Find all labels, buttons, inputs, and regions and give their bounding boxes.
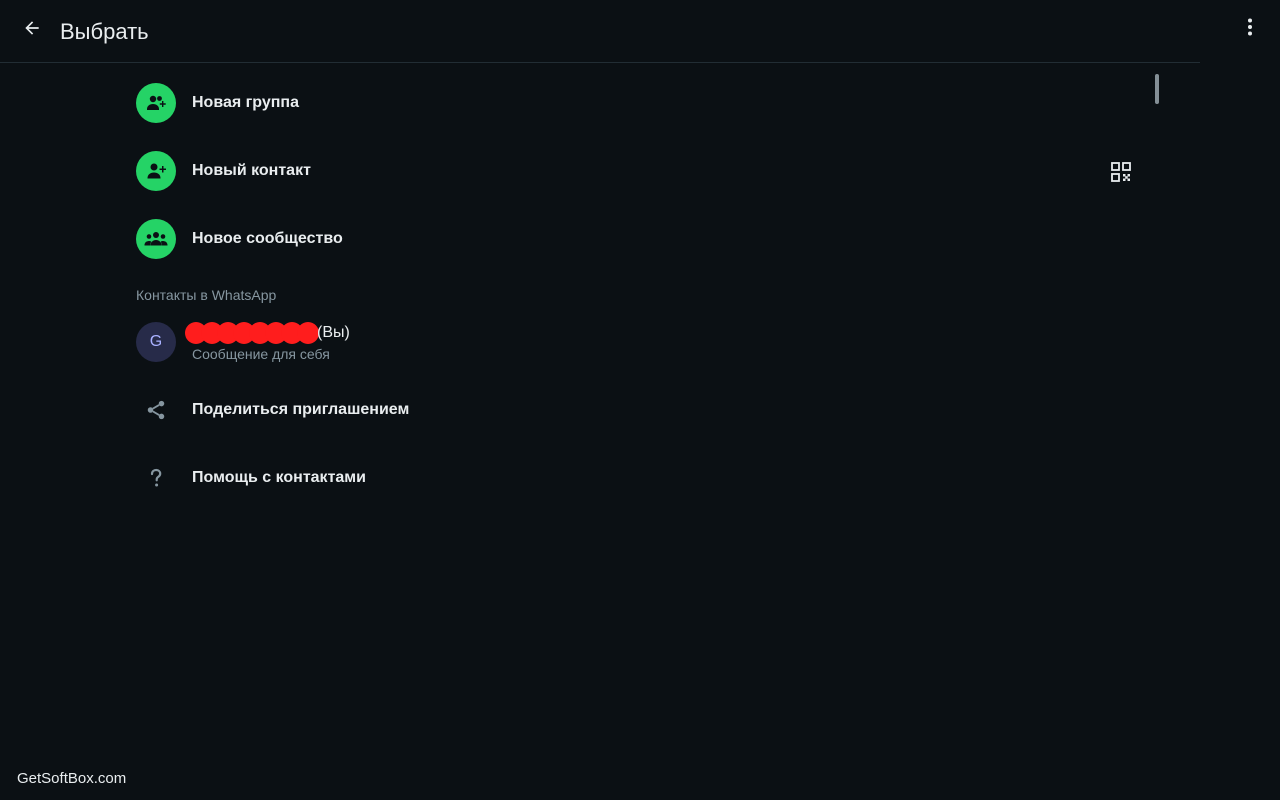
self-contact-text: (Вы) Сообщение для себя [185, 322, 357, 362]
page-title: Выбрать [60, 19, 149, 44]
new-contact-row[interactable]: Новый контакт [136, 143, 1136, 199]
contacts-help-label: Помощь с контактами [192, 469, 366, 486]
self-contact-subtitle: Сообщение для себя [192, 346, 330, 362]
new-community-avatar [136, 219, 176, 259]
avatar-letter: G [149, 333, 163, 350]
qr-code-icon [1111, 162, 1131, 182]
community-icon [144, 232, 168, 246]
contacts-section-header: Контакты в WhatsApp [136, 287, 277, 303]
share-icon [147, 400, 165, 420]
contacts-help-row[interactable]: Помощь с контактами [136, 450, 1136, 506]
new-contact-label: Новый контакт [192, 162, 311, 179]
self-contact-row[interactable]: G (Вы) Сообщение для себя [136, 314, 1136, 370]
watermark-text: GetSoftBox.com [17, 770, 127, 787]
new-group-avatar [136, 83, 176, 123]
new-community-row[interactable]: Новое сообщество [136, 211, 1136, 267]
help-icon [150, 468, 162, 487]
new-community-label: Новое сообщество [192, 230, 343, 247]
help-icon-wrap [136, 458, 176, 498]
new-group-row[interactable]: Новая группа [136, 75, 1136, 131]
arrow-left-icon [25, 21, 39, 35]
scrollbar-thumb[interactable] [1155, 74, 1159, 104]
self-contact-name: (Вы) [185, 322, 350, 344]
new-group-label: Новая группа [192, 94, 299, 111]
share-invite-row[interactable]: Поделиться приглашением [136, 382, 1136, 438]
top-bar: Выбрать [0, 0, 1200, 63]
add-group-icon [147, 95, 166, 110]
share-icon-wrap [136, 390, 176, 430]
new-contact-avatar [136, 151, 176, 191]
self-contact-avatar: G [136, 322, 176, 362]
redacted-name-mark [185, 322, 319, 344]
more-options-button[interactable] [1236, 12, 1264, 42]
qr-code-button[interactable] [1110, 161, 1132, 183]
share-invite-label: Поделиться приглашением [192, 401, 410, 418]
back-button[interactable] [16, 12, 48, 44]
you-suffix: (Вы) [317, 324, 350, 341]
add-contact-icon [147, 163, 166, 179]
app-window: Выбрать Новая группа Новый контакт Новое… [0, 0, 1280, 800]
more-vertical-icon [1248, 18, 1252, 36]
